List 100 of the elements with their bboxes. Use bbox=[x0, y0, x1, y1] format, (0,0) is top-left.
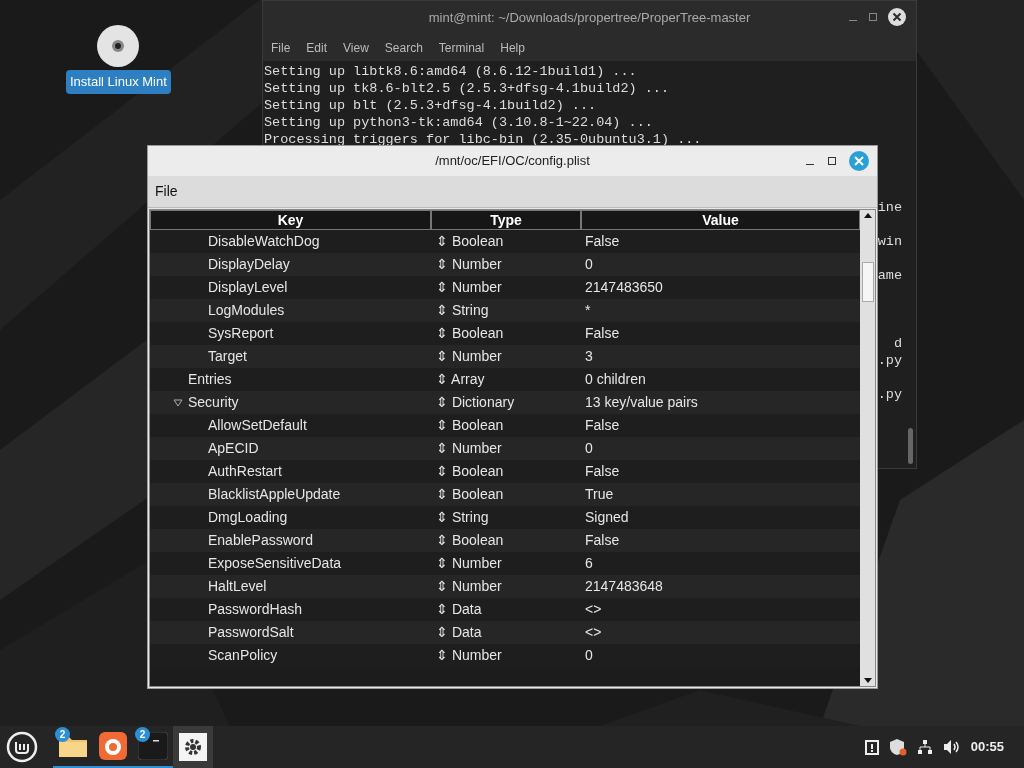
type-cell[interactable]: ⇕ Boolean bbox=[436, 532, 504, 548]
value-cell[interactable]: False bbox=[585, 325, 620, 341]
terminal-line: .py bbox=[877, 352, 902, 369]
taskbar-app[interactable]: 2 bbox=[53, 726, 93, 768]
type-cell[interactable]: ⇕ Array bbox=[436, 371, 485, 387]
value-cell[interactable]: 0 bbox=[585, 647, 593, 663]
taskbar-app[interactable] bbox=[173, 726, 213, 768]
type-cell[interactable]: ⇕ Dictionary bbox=[436, 394, 515, 410]
key-cell[interactable]: DisableWatchDog bbox=[208, 231, 320, 252]
terminal-line: Setting up libtk8.6:amd64 (8.6.12-1build1) ... bbox=[263, 63, 637, 80]
type-cell[interactable]: ⇕ Number bbox=[436, 348, 502, 364]
browser-icon bbox=[99, 732, 127, 760]
value-cell[interactable]: 2147483650 bbox=[585, 279, 663, 295]
value-cell[interactable]: 3 bbox=[585, 348, 593, 364]
terminal-line: Processing triggers for libc-bin (2.35-0ubuntu3.1) ... bbox=[263, 131, 702, 148]
type-cell[interactable]: ⇕ Boolean bbox=[436, 417, 504, 433]
terminal-line: d bbox=[893, 335, 902, 352]
notification-badge: 2 bbox=[135, 727, 150, 742]
key-cell[interactable]: PasswordSalt bbox=[208, 622, 294, 643]
terminal-line: .py bbox=[877, 386, 902, 403]
type-cell[interactable]: ⇕ Data bbox=[436, 601, 482, 617]
terminal-line: win bbox=[877, 233, 902, 250]
maximize-icon[interactable] bbox=[827, 156, 837, 166]
type-cell[interactable]: ⇕ Number bbox=[436, 440, 502, 456]
volume-icon[interactable] bbox=[942, 739, 961, 755]
terminal-line: Setting up python3-tk:amd64 (3.10.8-1~22.04) ... bbox=[263, 114, 653, 131]
shield-icon[interactable] bbox=[888, 738, 907, 756]
type-cell[interactable]: ⇕ Number bbox=[436, 647, 502, 663]
key-cell[interactable]: ApECID bbox=[208, 438, 259, 459]
key-cell[interactable]: SysReport bbox=[208, 323, 274, 344]
value-cell[interactable]: <> bbox=[585, 601, 602, 617]
key-cell[interactable]: EnablePassword bbox=[208, 530, 314, 551]
type-cell[interactable]: ⇕ Data bbox=[436, 624, 482, 640]
menu-item[interactable]: File bbox=[271, 38, 291, 57]
clipboard-icon[interactable] bbox=[864, 739, 879, 755]
key-cell[interactable]: AuthRestart bbox=[208, 461, 282, 482]
value-cell[interactable]: 0 bbox=[585, 256, 593, 272]
value-cell[interactable]: 13 key/value pairs bbox=[585, 394, 698, 410]
key-cell[interactable]: DmgLoading bbox=[208, 507, 288, 528]
key-cell[interactable]: Target bbox=[208, 346, 247, 367]
terminal-line: ine bbox=[877, 199, 902, 216]
terminal-line: ame bbox=[877, 267, 902, 284]
type-cell[interactable]: ⇕ String bbox=[436, 509, 489, 525]
menu-item[interactable]: Search bbox=[384, 38, 423, 57]
taskbar-app[interactable]: 2 bbox=[133, 726, 173, 768]
type-cell[interactable]: ⇕ String bbox=[436, 302, 489, 318]
key-cell[interactable]: BlacklistAppleUpdate bbox=[208, 484, 341, 505]
key-cell[interactable]: Entries bbox=[188, 369, 232, 390]
type-cell[interactable]: ⇕ Number bbox=[436, 279, 502, 295]
close-icon[interactable] bbox=[888, 8, 906, 26]
value-cell[interactable]: False bbox=[585, 532, 620, 548]
key-cell[interactable]: DisplayDelay bbox=[208, 254, 290, 275]
menu-icon[interactable] bbox=[6, 731, 38, 763]
menu-item[interactable]: Help bbox=[500, 38, 525, 57]
key-cell[interactable]: LogModules bbox=[208, 300, 285, 321]
value-cell[interactable]: False bbox=[585, 463, 620, 479]
type-cell[interactable]: ⇕ Boolean bbox=[436, 463, 504, 479]
network-icon[interactable] bbox=[916, 739, 933, 755]
value-cell[interactable]: Signed bbox=[585, 509, 629, 525]
key-cell[interactable]: ScanPolicy bbox=[208, 645, 278, 666]
type-cell[interactable]: ⇕ Number bbox=[436, 256, 502, 272]
value-cell[interactable]: 6 bbox=[585, 555, 593, 571]
key-cell[interactable]: HaltLevel bbox=[208, 576, 267, 597]
desktop-icon-label[interactable]: Install Linux Mint bbox=[66, 70, 171, 94]
expander-icon[interactable] bbox=[173, 398, 183, 407]
value-cell[interactable]: True bbox=[585, 486, 614, 502]
value-cell[interactable]: False bbox=[585, 417, 620, 433]
menu-item[interactable]: View bbox=[343, 38, 369, 57]
type-cell[interactable]: ⇕ Number bbox=[436, 555, 502, 571]
window-title: mint@mint: ~/Downloads/propertree/ProperTree-master bbox=[428, 8, 751, 27]
value-cell[interactable]: 0 bbox=[585, 440, 593, 456]
key-cell[interactable]: Security bbox=[188, 392, 239, 413]
gear-icon bbox=[179, 733, 207, 761]
terminal-line: Setting up blt (2.5.3+dfsg-4.1build2) ... bbox=[263, 97, 597, 114]
value-cell[interactable]: <> bbox=[585, 624, 602, 640]
clock[interactable]: 00:55 bbox=[970, 737, 1004, 757]
key-cell[interactable]: DisplayLevel bbox=[208, 277, 288, 298]
scrollbar-thumb[interactable] bbox=[908, 428, 913, 464]
key-cell[interactable]: PasswordHash bbox=[208, 599, 303, 620]
type-cell[interactable]: ⇕ Boolean bbox=[436, 325, 504, 341]
notification-badge: 2 bbox=[55, 727, 70, 742]
menu-item[interactable]: Terminal bbox=[438, 38, 485, 57]
window-title: /mnt/oc/EFI/OC/config.plist bbox=[435, 152, 590, 171]
disc-icon bbox=[96, 24, 141, 68]
terminal-icon bbox=[138, 732, 168, 760]
menu-item[interactable]: File bbox=[155, 181, 178, 202]
type-cell[interactable]: ⇕ Number bbox=[436, 578, 502, 594]
value-cell[interactable]: 2147483648 bbox=[585, 578, 663, 594]
scrollbar-thumb[interactable] bbox=[861, 262, 874, 302]
column-header[interactable]: Key bbox=[150, 210, 431, 230]
value-cell[interactable]: False bbox=[585, 233, 620, 249]
value-cell[interactable]: * bbox=[585, 302, 591, 318]
type-cell[interactable]: ⇕ Boolean bbox=[436, 486, 504, 502]
key-cell[interactable]: AllowSetDefault bbox=[208, 415, 307, 436]
menu-item[interactable]: Edit bbox=[306, 38, 328, 57]
key-cell[interactable]: ExposeSensitiveData bbox=[208, 553, 342, 574]
type-cell[interactable]: ⇕ Boolean bbox=[436, 233, 504, 249]
value-cell[interactable]: 0 children bbox=[585, 371, 646, 387]
column-header[interactable]: Type bbox=[431, 210, 581, 230]
column-header[interactable]: Value bbox=[581, 210, 860, 230]
